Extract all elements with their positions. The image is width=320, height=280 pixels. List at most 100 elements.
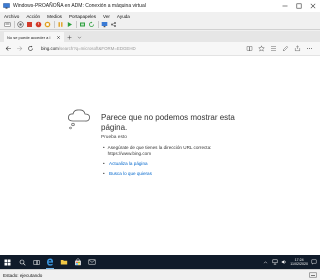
ctrl-alt-del-button[interactable] (4, 21, 11, 28)
refresh-button[interactable] (26, 44, 35, 53)
start-menu-button[interactable] (0, 255, 14, 269)
more-dots-icon (307, 48, 312, 49)
turn-off-button[interactable] (26, 21, 33, 28)
suggestion-check-url: • Asegúrate de que tienes la dirección U… (103, 145, 223, 157)
edge-taskbar-button[interactable] (44, 256, 56, 269)
pen-icon (282, 45, 289, 52)
browser-tab[interactable]: No se puede acceder a l (4, 32, 64, 42)
menu-ver[interactable]: Ver (103, 14, 110, 19)
toolbar-separator (14, 21, 15, 28)
vm-window-titlebar: Windows-PROAÑOÑA en ADM: Conexión a máqu… (0, 0, 320, 12)
speaker-icon (281, 260, 286, 264)
hub-button[interactable] (269, 44, 278, 53)
thought-cloud-icon (68, 109, 90, 130)
start-button[interactable] (17, 21, 24, 28)
web-note-button[interactable] (281, 44, 290, 53)
file-explorer-taskbar-button[interactable] (58, 256, 70, 268)
tab-preview-button[interactable] (74, 32, 84, 42)
star-icon (258, 45, 265, 52)
browser-actions (245, 44, 317, 53)
play-icon (67, 22, 72, 27)
more-button[interactable] (305, 44, 314, 53)
play-button[interactable] (66, 21, 73, 28)
search-taskbar-button[interactable] (16, 256, 28, 268)
vm-connection-app-icon (3, 3, 10, 9)
minimize-icon (282, 5, 288, 7)
network-tray-button[interactable] (271, 259, 278, 266)
guest-screen: No se puede acceder a l bing.com/search?… (0, 31, 320, 269)
menu-medios[interactable]: Medios (47, 14, 62, 19)
maximize-button[interactable] (292, 0, 306, 12)
hub-icon (271, 46, 276, 51)
windows-taskbar: 17:24 11/02/2020 (0, 255, 320, 269)
minimize-button[interactable] (278, 0, 292, 12)
keyboard-status-icon (309, 272, 317, 278)
close-tab-icon[interactable] (56, 35, 61, 40)
address-input[interactable]: bing.com/search?q=microsoft&FORM=EDGEHD (37, 44, 245, 53)
menu-portapapeles[interactable]: Portapapeles (69, 14, 96, 19)
save-icon (44, 21, 51, 28)
error-heading: Parece que no podemos mostrar esta págin… (101, 113, 235, 132)
volume-tray-button[interactable] (280, 259, 287, 266)
enhanced-session-icon (101, 22, 108, 28)
reading-view-button[interactable] (245, 44, 254, 53)
menu-accion[interactable]: Acción (26, 14, 40, 19)
task-view-button[interactable] (30, 256, 42, 268)
error-page: Parece que no podemos mostrar esta págin… (0, 57, 320, 269)
close-button[interactable] (306, 0, 320, 12)
share-page-button[interactable] (293, 44, 302, 53)
store-taskbar-button[interactable] (72, 256, 84, 268)
refresh-page-link[interactable]: • Actualiza la página (103, 161, 148, 167)
revert-icon (89, 21, 94, 27)
vm-toolbar (0, 20, 320, 30)
mail-taskbar-button[interactable] (86, 256, 98, 268)
system-tray: 17:24 11/02/2020 (260, 258, 317, 267)
vm-statusbar: Estado: ejecutando (0, 269, 320, 280)
back-arrow-icon (5, 46, 11, 51)
forward-arrow-icon (17, 46, 23, 51)
tab-title: No se puede acceder a l (7, 34, 51, 40)
clock[interactable]: 17:24 11/02/2020 (290, 258, 308, 267)
search-link-text[interactable]: Busca lo que quieras (109, 171, 152, 177)
browser-tabbar: No se puede acceder a l (0, 31, 320, 42)
search-icon (19, 259, 26, 266)
start-icon (17, 21, 24, 28)
checkpoint-button[interactable] (79, 21, 86, 28)
chevron-up-icon (264, 260, 268, 263)
toolbar-separator (76, 21, 77, 28)
notification-icon (311, 259, 317, 265)
network-icon (272, 259, 278, 265)
shutdown-icon (35, 21, 42, 28)
refresh-icon (28, 45, 33, 51)
url-path: /search?q=microsoft&FORM=EDGEHD (58, 46, 136, 51)
search-link[interactable]: • Busca lo que quieras (103, 171, 152, 177)
enhanced-session-button[interactable] (101, 21, 108, 28)
edge-icon (47, 258, 54, 266)
chevron-down-icon (77, 36, 81, 39)
maximize-icon (296, 3, 302, 9)
error-subtitle: Prueba esto (101, 135, 127, 140)
new-tab-button[interactable] (64, 32, 74, 42)
share-icon (111, 22, 116, 27)
refresh-page-link-text[interactable]: Actualiza la página (109, 161, 148, 167)
task-view-icon (33, 259, 40, 265)
windows-logo-icon (4, 259, 10, 265)
revert-button[interactable] (88, 21, 95, 28)
vm-window-title: Windows-PROAÑOÑA en ADM: Conexión a máqu… (13, 3, 146, 9)
menu-archivo[interactable]: Archivo (4, 14, 19, 19)
back-button[interactable] (4, 44, 13, 53)
clock-date: 11/02/2020 (290, 262, 308, 266)
folder-icon (60, 260, 68, 265)
pause-button[interactable] (57, 21, 64, 28)
forward-button[interactable] (15, 44, 24, 53)
favorite-button[interactable] (257, 44, 266, 53)
shutdown-button[interactable] (35, 21, 42, 28)
vm-status-text: Estado: ejecutando (3, 272, 43, 278)
mail-icon (88, 259, 96, 265)
menu-ayuda[interactable]: Ayuda (117, 14, 130, 19)
action-center-button[interactable] (311, 258, 317, 266)
share-button[interactable] (110, 21, 117, 28)
show-hidden-icons-button[interactable] (262, 259, 269, 266)
browser-addressbar: bing.com/search?q=microsoft&FORM=EDGEHD (0, 42, 320, 56)
save-state-button[interactable] (44, 21, 51, 28)
